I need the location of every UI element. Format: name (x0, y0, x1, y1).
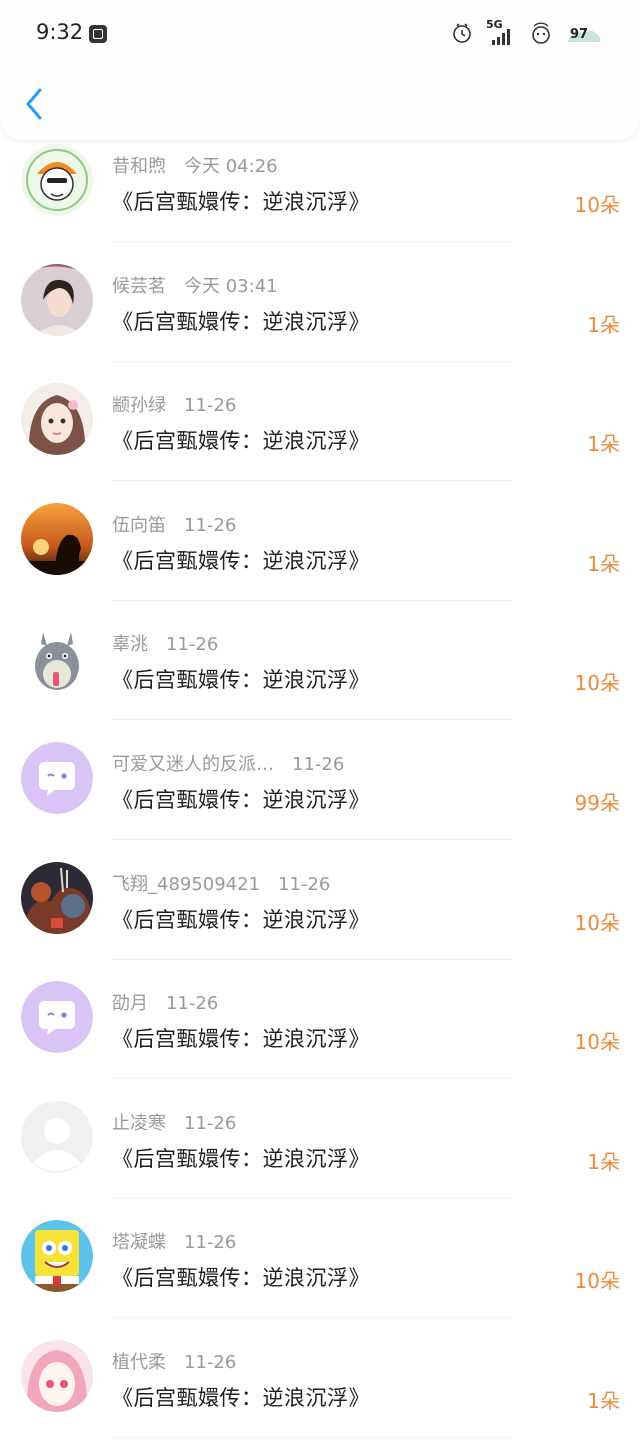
book-title: 《后宫甄嬛传：逆浪沉浮》 (112, 1027, 370, 1052)
gift-amount: 1朵 (587, 312, 620, 337)
gift-amount: 1朵 (587, 551, 620, 576)
gift-list-item[interactable]: 昔和煦 今天 04:26 《后宫甄嬛传：逆浪沉浮》 10朵 (0, 140, 640, 260)
user-avatar[interactable] (21, 622, 93, 695)
top-bar: 9:32 5G 97 (0, 0, 640, 140)
user-avatar[interactable] (21, 1220, 93, 1293)
gift-amount: 10朵 (574, 910, 620, 935)
gift-date: 11-26 (184, 514, 237, 536)
row-divider (112, 719, 512, 721)
book-title: 《后宫甄嬛传：逆浪沉浮》 (112, 668, 370, 693)
user-name: 植代柔 (112, 1352, 166, 1373)
row-divider (112, 1078, 512, 1080)
user-meta: 止凌寒 11-26 (112, 1109, 236, 1135)
row-divider (112, 1197, 512, 1199)
user-name: 颛孙绿 (112, 395, 166, 417)
status-icons: 5G 97 (450, 18, 602, 48)
gift-list-item[interactable]: 辜洮 11-26 《后宫甄嬛传：逆浪沉浮》 10朵 (0, 618, 640, 738)
user-meta: 辜洮 11-26 (112, 630, 218, 656)
sim-icon (89, 25, 107, 43)
user-meta: 飞翔_489509421 11-26 (112, 870, 330, 896)
gift-amount: 1朵 (587, 1149, 620, 1174)
row-divider (112, 360, 512, 362)
gift-date: 11-26 (166, 993, 219, 1015)
row-divider (112, 241, 512, 242)
gift-date: 11-26 (184, 1352, 237, 1373)
user-name: 飞翔_489509421 (112, 873, 261, 895)
gift-list-item[interactable]: 塔凝蝶 11-26 《后宫甄嬛传：逆浪沉浮》 10朵 (0, 1216, 640, 1336)
gift-date: 11-26 (184, 1232, 237, 1254)
book-title: 《后宫甄嬛传：逆浪沉浮》 (112, 907, 370, 932)
user-avatar[interactable] (21, 1340, 93, 1412)
user-avatar[interactable] (21, 502, 93, 575)
gift-amount: 10朵 (574, 193, 620, 217)
gift-amount: 99朵 (574, 791, 620, 815)
row-divider (112, 480, 512, 482)
gift-list-item[interactable]: 可爱又迷人的反派… 11-26 《后宫甄嬛传：逆浪沉浮》 99朵 (0, 738, 640, 858)
gift-date: 11-26 (292, 754, 345, 775)
book-title: 《后宫甄嬛传：逆浪沉浮》 (112, 548, 370, 573)
user-meta: 可爱又迷人的反派… 11-26 (112, 750, 344, 776)
user-name: 可爱又迷人的反派… (112, 754, 274, 775)
signal-icon: 5G (486, 18, 516, 48)
user-meta: 植代柔 11-26 (112, 1348, 236, 1374)
user-meta: 昔和煦 今天 04:26 (112, 152, 278, 178)
row-divider (112, 1437, 512, 1438)
gift-amount: 10朵 (574, 671, 620, 696)
gift-date: 11-26 (184, 395, 237, 417)
alarm-icon (453, 23, 471, 43)
row-divider (112, 1317, 512, 1319)
user-avatar[interactable] (21, 1100, 93, 1173)
user-avatar[interactable] (21, 742, 93, 814)
user-avatar[interactable] (21, 263, 93, 336)
gift-list-item[interactable]: 飞翔_489509421 11-26 《后宫甄嬛传：逆浪沉浮》 10朵 (0, 858, 640, 978)
user-name: 候芸茗 (112, 275, 166, 297)
user-name: 劭月 (112, 993, 148, 1015)
user-name: 辜洮 (112, 634, 148, 656)
battery-percent: 97 (570, 27, 589, 42)
gift-amount: 1朵 (587, 432, 620, 457)
user-meta: 颛孙绿 11-26 (112, 391, 236, 417)
user-name: 昔和煦 (112, 156, 166, 177)
book-title: 《后宫甄嬛传：逆浪沉浮》 (112, 190, 370, 214)
gift-amount: 1朵 (587, 1389, 620, 1413)
gift-amount: 10朵 (574, 1269, 620, 1294)
status-time: 9:32 (36, 20, 84, 44)
gift-date: 11-26 (184, 1112, 237, 1134)
gift-list-item[interactable]: 植代柔 11-26 《后宫甄嬛传：逆浪沉浮》 1朵 (0, 1336, 640, 1456)
gift-date: 11-26 (166, 634, 219, 656)
book-title: 《后宫甄嬛传：逆浪沉浮》 (112, 788, 370, 812)
book-title: 《后宫甄嬛传：逆浪沉浮》 (112, 1266, 370, 1291)
gift-list-item[interactable]: 伍向笛 11-26 《后宫甄嬛传：逆浪沉浮》 1朵 (0, 499, 640, 619)
gift-amount: 10朵 (574, 1030, 620, 1055)
user-meta: 劭月 11-26 (112, 989, 218, 1015)
gift-date: 今天 03:41 (184, 275, 278, 297)
book-title: 《后宫甄嬛传：逆浪沉浮》 (112, 309, 370, 334)
user-name: 止凌寒 (112, 1112, 166, 1134)
user-avatar[interactable] (21, 861, 93, 934)
row-divider (112, 839, 512, 840)
user-meta: 伍向笛 11-26 (112, 511, 236, 537)
gift-list-item[interactable]: 候芸茗 今天 03:41 《后宫甄嬛传：逆浪沉浮》 1朵 (0, 260, 640, 380)
user-avatar[interactable] (21, 144, 93, 216)
book-title: 《后宫甄嬛传：逆浪沉浮》 (112, 1146, 370, 1171)
gift-list-item[interactable]: 劭月 11-26 《后宫甄嬛传：逆浪沉浮》 10朵 (0, 977, 640, 1097)
user-avatar[interactable] (21, 981, 93, 1054)
book-title: 《后宫甄嬛传：逆浪沉浮》 (112, 429, 370, 454)
chevron-left-icon[interactable] (20, 84, 50, 124)
wifi-pet-icon (532, 22, 550, 44)
user-name: 塔凝蝶 (112, 1232, 166, 1254)
gift-date: 今天 04:26 (184, 156, 278, 177)
battery-icon: 97 (566, 20, 602, 46)
gift-list-item[interactable]: 止凌寒 11-26 《后宫甄嬛传：逆浪沉浮》 1朵 (0, 1097, 640, 1217)
gift-date: 11-26 (278, 873, 331, 895)
row-divider (112, 599, 512, 601)
user-avatar[interactable] (21, 383, 93, 456)
user-name: 伍向笛 (112, 514, 166, 536)
user-meta: 候芸茗 今天 03:41 (112, 272, 278, 298)
gift-list-item[interactable]: 颛孙绿 11-26 《后宫甄嬛传：逆浪沉浮》 1朵 (0, 379, 640, 499)
user-meta: 塔凝蝶 11-26 (112, 1228, 236, 1254)
row-divider (112, 958, 512, 960)
